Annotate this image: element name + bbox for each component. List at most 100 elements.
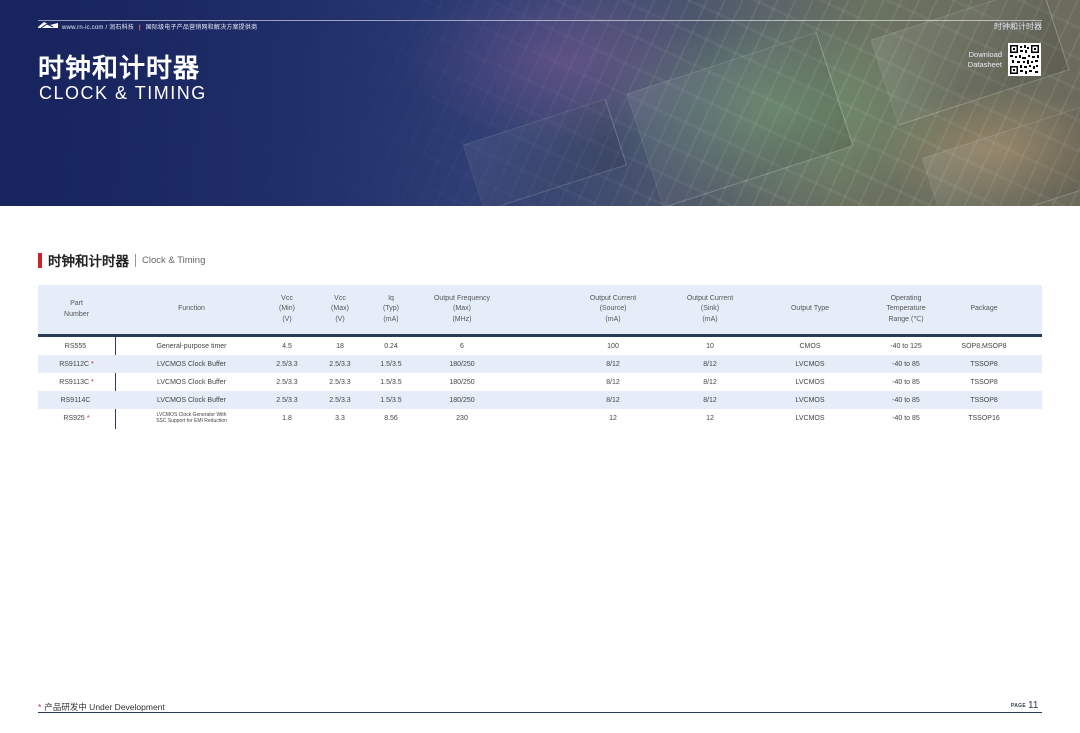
section-accent-bar	[38, 252, 42, 268]
cell-vcc-min: 4.5	[282, 342, 292, 350]
header-site-text: www.rn-ic.com / 润石科技 | 国际级电子产品营销网和解决方案提供…	[62, 25, 258, 31]
cell-output-type: LVCMOS	[795, 378, 825, 386]
cell-vcc-min: 2.5/3.3	[276, 360, 298, 368]
cell-package: TSSOP8	[970, 378, 998, 386]
brand-tagline: 国际级电子产品营销网和解决方案提供商	[145, 25, 258, 31]
cell-vcc-min: 2.5/3.3	[276, 396, 298, 404]
cell-frequency: 6	[460, 342, 464, 350]
cell-temperature: -40 to 85	[892, 360, 920, 368]
brand-name: 润石科技	[109, 25, 135, 31]
cell-part: RS9112C *	[38, 355, 115, 373]
cell-source: 8/12	[606, 396, 620, 404]
qr-code-icon[interactable]	[1008, 43, 1041, 76]
col-header-vcc-min: Vcc (Min) (V)	[279, 294, 295, 323]
cell-vcc-max: 3.3	[335, 414, 345, 422]
part-number: RS9114C	[60, 396, 91, 404]
page-title-en: CLOCK & TIMING	[39, 83, 207, 103]
footnote-star: *	[38, 702, 42, 712]
table-header: Part Number Function Vcc (Min) (V) Vcc (…	[38, 285, 1042, 337]
cell-iq: 1.5/3.5	[380, 396, 402, 404]
download-line-1: Download	[968, 50, 1002, 59]
col-header-output-type: Output Type	[790, 305, 829, 313]
cell-frequency: 180/250	[449, 360, 475, 368]
cell-sink: 8/12	[703, 360, 717, 368]
part-number: RS555	[64, 342, 87, 350]
section-title-cn: 时钟和计时器	[48, 254, 129, 270]
table-row: RS9112C * LVCMOS Clock Buffer 2.5/3.3 2.5…	[38, 355, 1042, 373]
col-header-part-number: Part Number	[64, 300, 89, 318]
footnote-text: 产品研发中 Under Development	[44, 702, 165, 712]
cell-package: TSSOP16	[968, 414, 1000, 422]
table-row: RS9114C LVCMOS Clock Buffer 2.5/3.3 2.5/…	[38, 391, 1042, 409]
cell-temperature: -40 to 85	[892, 378, 920, 386]
cell-temperature: -40 to 85	[892, 396, 920, 404]
part-number: RS9112C	[59, 360, 90, 368]
cell-function: LVCMOS Clock Generator With SSC Support …	[156, 412, 227, 424]
cell-vcc-min: 2.5/3.3	[276, 378, 298, 386]
col-header-iq: Iq (Typ) (mA)	[383, 294, 399, 323]
cell-frequency: 180/250	[449, 396, 475, 404]
download-datasheet-label[interactable]: Download Datasheet	[956, 50, 1002, 70]
col-header-output-current-source: Output Current (Source) (mA)	[589, 294, 637, 323]
page-title-cn: 时钟和计时器	[38, 54, 201, 84]
cell-frequency: 180/250	[449, 378, 475, 386]
cell-output-type: CMOS	[799, 342, 821, 350]
under-development-star: *	[86, 414, 90, 422]
cell-iq: 1.5/3.5	[380, 360, 402, 368]
cell-temperature: -40 to 85	[892, 414, 920, 422]
cell-source: 100	[607, 342, 619, 350]
col-header-output-frequency: Output Frequency (Max) (MHz)	[433, 294, 491, 323]
cell-frequency: 230	[456, 414, 468, 422]
cell-part: RS9113C *	[38, 373, 115, 391]
cell-function: LVCMOS Clock Buffer	[157, 396, 226, 404]
logo-icon	[38, 22, 58, 29]
top-rule	[38, 20, 1042, 21]
cell-source: 12	[609, 414, 617, 422]
cell-package: TSSOP8	[970, 360, 998, 368]
under-development-star: *	[91, 378, 94, 386]
cell-vcc-max: 2.5/3.3	[329, 360, 351, 368]
section-divider	[135, 253, 136, 267]
cell-part: RS9114C	[38, 391, 115, 409]
cell-vcc-max: 2.5/3.3	[329, 396, 351, 404]
table-row: RS925 * LVCMOS Clock Generator With SSC S…	[38, 409, 1042, 427]
part-number: RS925	[63, 414, 85, 422]
download-line-2: Datasheet	[967, 60, 1002, 69]
cell-package: TSSOP8	[970, 396, 998, 404]
under-development-star: *	[91, 360, 94, 368]
cell-iq: 8.56	[384, 414, 398, 422]
table-row: RS555 General-purpose timer 4.5 18 0.24 …	[38, 337, 1042, 355]
col-header-function: Function	[178, 305, 205, 313]
cell-package: SOP8,MSOP8	[961, 342, 1007, 350]
section-title-en: Clock & Timing	[142, 254, 206, 266]
col-header-vcc-max: Vcc (Max) (V)	[331, 294, 349, 323]
cell-vcc-max: 18	[336, 342, 344, 350]
cell-temperature: -40 to 125	[890, 342, 922, 350]
footer-rule	[38, 712, 1042, 713]
cell-sink: 8/12	[703, 378, 717, 386]
cell-iq: 1.5/3.5	[380, 378, 402, 386]
cell-output-type: LVCMOS	[795, 414, 825, 422]
cell-sink: 8/12	[703, 396, 717, 404]
page-number: 11	[1028, 700, 1039, 711]
cell-source: 8/12	[606, 360, 620, 368]
cell-iq: 0.24	[384, 342, 398, 350]
cell-source: 8/12	[606, 378, 620, 386]
page-label: PAGE	[1011, 703, 1026, 709]
col-header-output-current-sink: Output Current (Sink) (mA)	[686, 294, 734, 323]
cell-sink: 12	[706, 414, 714, 422]
qr-code-graphic	[1010, 45, 1039, 74]
product-table: Part Number Function Vcc (Min) (V) Vcc (…	[38, 285, 1042, 429]
cell-output-type: LVCMOS	[795, 396, 825, 404]
section-heading: 时钟和计时器 Clock & Timing	[38, 252, 206, 270]
col-header-package: Package	[970, 305, 998, 313]
cell-output-type: LVCMOS	[795, 360, 825, 368]
cell-function: LVCMOS Clock Buffer	[157, 360, 226, 368]
site-url[interactable]: www.rn-ic.com	[62, 25, 104, 31]
part-number: RS9113C	[59, 378, 90, 386]
cell-vcc-max: 2.5/3.3	[329, 378, 351, 386]
header-banner: www.rn-ic.com / 润石科技 | 国际级电子产品营销网和解决方案提供…	[0, 0, 1080, 206]
cell-vcc-min: 1.8	[282, 414, 292, 422]
col-header-temperature: Operating Temperature Range (℃)	[886, 294, 926, 323]
cell-function: LVCMOS Clock Buffer	[157, 378, 226, 386]
